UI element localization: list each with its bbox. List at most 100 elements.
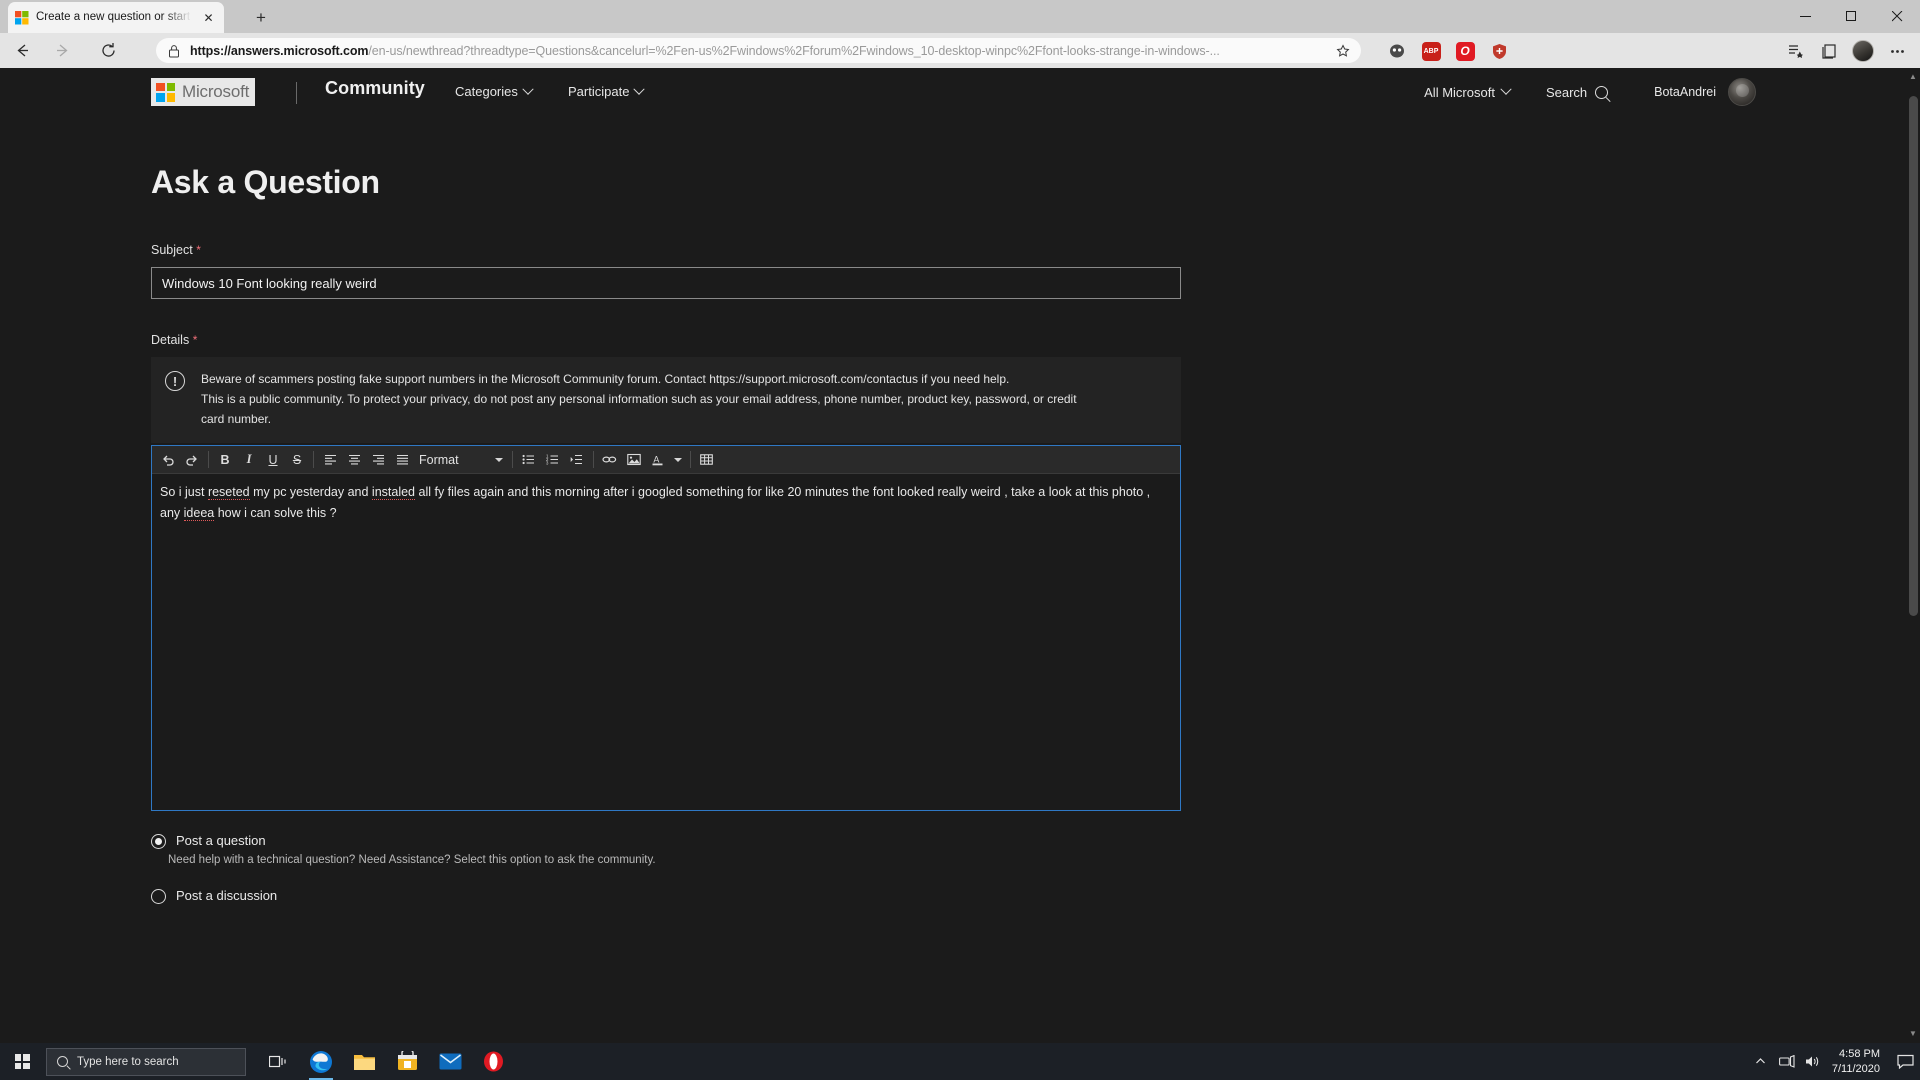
microsoft-logo-icon — [15, 11, 29, 25]
subject-input[interactable] — [151, 267, 1181, 299]
editor-misspelling-3: ideea — [184, 506, 215, 521]
radio-post-discussion[interactable] — [151, 889, 166, 904]
task-view-icon[interactable] — [258, 1043, 298, 1080]
option-post-question-label: Post a question — [176, 833, 266, 848]
address-bar[interactable]: https://answers.microsoft.com/en-us/newt… — [156, 38, 1361, 63]
indent-icon[interactable] — [565, 448, 589, 472]
avatar[interactable] — [1728, 78, 1756, 106]
text-color-dropdown-icon[interactable] — [670, 448, 686, 472]
shield-extension-icon[interactable] — [1482, 38, 1516, 64]
new-tab-button[interactable]: + — [248, 6, 274, 30]
community-brand[interactable]: Community — [325, 78, 425, 99]
svg-text:3: 3 — [546, 461, 549, 466]
file-explorer-icon[interactable] — [344, 1043, 384, 1080]
undo-icon[interactable] — [156, 448, 180, 472]
tab-title: Create a new question or start a d — [36, 2, 193, 33]
opera-extension-icon[interactable]: O — [1448, 38, 1482, 64]
editor-toolbar: B I U S — [152, 446, 1180, 474]
bullet-list-icon[interactable] — [517, 448, 541, 472]
browser-right-tools — [1778, 38, 1914, 64]
maximize-button[interactable] — [1828, 0, 1874, 33]
nav-participate[interactable]: Participate — [568, 84, 643, 99]
more-settings-icon[interactable] — [1880, 38, 1914, 64]
toolbar-separator — [208, 451, 209, 468]
edge-icon[interactable] — [301, 1043, 341, 1080]
close-window-button[interactable] — [1874, 0, 1920, 33]
editor-misspelling-2: instaled — [372, 485, 415, 500]
microsoft-logo-icon — [156, 83, 175, 102]
svg-text:A: A — [653, 455, 659, 465]
align-left-icon[interactable] — [318, 448, 342, 472]
underline-icon[interactable]: U — [261, 448, 285, 472]
microsoft-wordmark: Microsoft — [182, 82, 249, 102]
close-icon[interactable]: ✕ — [200, 9, 217, 26]
insert-image-icon[interactable] — [622, 448, 646, 472]
option-post-discussion[interactable]: Post a discussion — [151, 888, 1181, 904]
page-scrollbar[interactable]: ▲ ▼ — [1906, 68, 1920, 1043]
opera-icon[interactable] — [473, 1043, 513, 1080]
network-icon[interactable] — [1774, 1043, 1800, 1080]
align-right-icon[interactable] — [366, 448, 390, 472]
forward-arrow-icon[interactable] — [44, 36, 80, 66]
url-domain: https://answers.microsoft.com — [190, 44, 368, 58]
editor-text-area[interactable]: So i just reseted my pc yesterday and in… — [152, 474, 1180, 810]
exclamation-circle-icon: ! — [165, 371, 185, 391]
chevron-down-icon — [522, 83, 533, 94]
nav-categories[interactable]: Categories — [455, 84, 532, 99]
redo-icon[interactable] — [180, 448, 204, 472]
table-icon[interactable] — [695, 448, 719, 472]
justify-icon[interactable] — [390, 448, 414, 472]
scroll-up-icon[interactable]: ▲ — [1907, 70, 1919, 84]
back-arrow-icon[interactable] — [4, 36, 40, 66]
chevron-up-icon[interactable] — [1748, 1043, 1774, 1080]
windows-start-icon[interactable] — [0, 1043, 44, 1080]
mail-icon[interactable] — [430, 1043, 470, 1080]
numbered-list-icon[interactable]: 123 — [541, 448, 565, 472]
profile-avatar[interactable] — [1846, 38, 1880, 64]
option-post-question[interactable]: Post a question — [151, 833, 1181, 849]
radio-post-question[interactable] — [151, 834, 166, 849]
microsoft-logo[interactable]: Microsoft — [151, 78, 255, 106]
collections-icon[interactable] — [1812, 38, 1846, 64]
refresh-icon[interactable] — [90, 36, 126, 66]
format-dropdown[interactable]: Format — [414, 448, 508, 472]
adblock-icon[interactable]: ABP — [1414, 38, 1448, 64]
taskbar-clock[interactable]: 4:58 PM 7/11/2020 — [1826, 1047, 1890, 1077]
scam-warning-banner: ! Beware of scammers posting fake suppor… — [151, 357, 1181, 443]
minimize-button[interactable] — [1782, 0, 1828, 33]
browser-tab[interactable]: Create a new question or start a d ✕ — [8, 2, 224, 33]
subject-label: Subject * — [151, 243, 1181, 257]
reading-assistant-icon[interactable] — [1380, 38, 1414, 64]
all-microsoft-menu[interactable]: All Microsoft — [1424, 85, 1510, 100]
search-icon — [57, 1056, 68, 1067]
search-label: Search — [1546, 85, 1587, 100]
align-center-icon[interactable] — [342, 448, 366, 472]
link-icon[interactable] — [598, 448, 622, 472]
action-center-icon[interactable] — [1890, 1043, 1920, 1080]
chevron-down-icon — [634, 83, 645, 94]
windows-taskbar: Type here to search — [0, 1043, 1920, 1080]
star-plus-icon[interactable] — [1331, 40, 1355, 62]
window-controls — [1782, 0, 1920, 33]
nav-categories-label: Categories — [455, 84, 518, 99]
italic-icon[interactable]: I — [237, 448, 261, 472]
all-microsoft-label: All Microsoft — [1424, 85, 1495, 100]
username-label[interactable]: BotaAndrei — [1654, 85, 1716, 99]
site-search-button[interactable]: Search — [1546, 85, 1608, 100]
opera-badge: O — [1456, 42, 1475, 61]
site-header: Microsoft Community Categories Participa… — [0, 68, 1906, 116]
toolbar-separator — [593, 451, 594, 468]
bold-icon[interactable]: B — [213, 448, 237, 472]
microsoft-store-icon[interactable] — [387, 1043, 427, 1080]
toolbar-separator — [512, 451, 513, 468]
scroll-down-icon[interactable]: ▼ — [1907, 1027, 1919, 1041]
lock-icon — [168, 44, 180, 58]
favorites-icon[interactable] — [1778, 38, 1812, 64]
volume-icon[interactable] — [1800, 1043, 1826, 1080]
scrollbar-thumb[interactable] — [1909, 96, 1918, 616]
browser-titlebar: Create a new question or start a d ✕ + — [0, 0, 1920, 33]
taskbar-search-input[interactable]: Type here to search — [46, 1048, 246, 1076]
chevron-down-icon — [1500, 84, 1511, 95]
text-color-icon[interactable]: A — [646, 448, 670, 472]
strikethrough-icon[interactable]: S — [285, 448, 309, 472]
